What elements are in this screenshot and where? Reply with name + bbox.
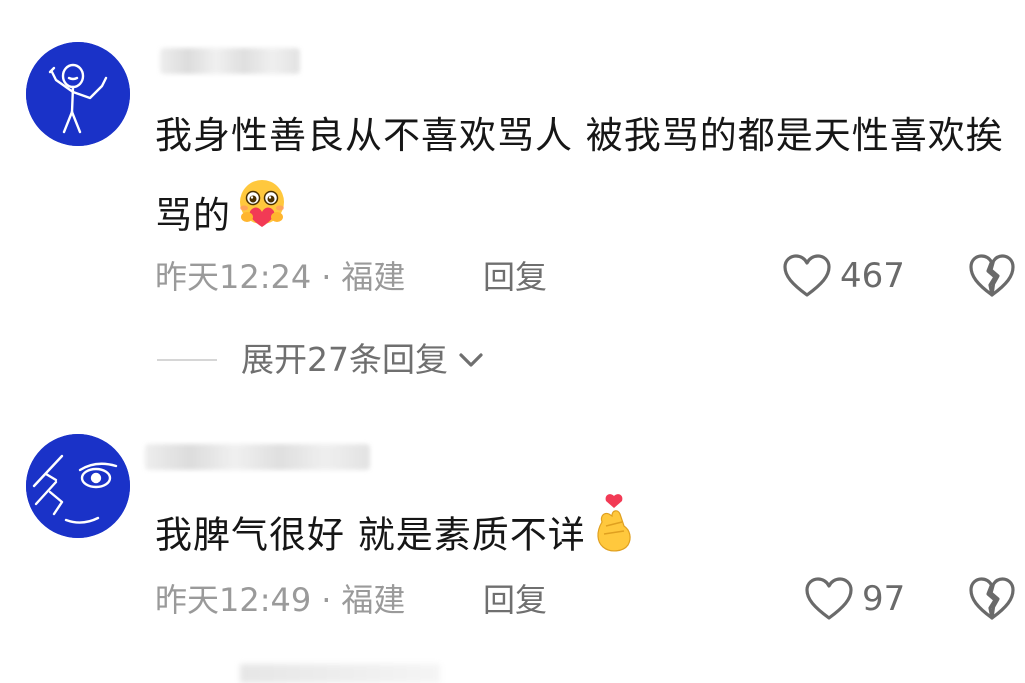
- comment-meta: 昨天12:49 · 福建: [155, 580, 405, 620]
- timestamp: 昨天12:24: [155, 258, 312, 296]
- broken-heart-icon: [969, 254, 1015, 297]
- avatar-face-sketch-icon: [26, 434, 130, 538]
- comment-meta: 昨天12:24 · 福建: [155, 257, 405, 297]
- heart-outline-icon: [805, 577, 853, 620]
- divider-line: [157, 359, 217, 361]
- heart-outline-icon: [783, 254, 831, 297]
- avatar[interactable]: [26, 434, 130, 538]
- hugging-face-emoji-icon: [233, 177, 291, 259]
- meta-separator: ·: [321, 581, 332, 619]
- timestamp: 昨天12:49: [155, 581, 312, 619]
- comment-section: 我身性善良从不喜欢骂人 被我骂的都是天性喜欢挨骂的 昨天12:24 · 福建 回复: [0, 0, 1025, 683]
- avatar[interactable]: [26, 42, 130, 146]
- like-button[interactable]: 467: [782, 253, 905, 299]
- dislike-button[interactable]: [968, 576, 1016, 626]
- reply-button[interactable]: 回复: [483, 257, 547, 297]
- comment-text: 我脾气很好 就是素质不详: [155, 492, 1005, 582]
- dislike-button[interactable]: [968, 253, 1016, 303]
- finger-heart-emoji-icon: [588, 492, 638, 582]
- like-count: 467: [840, 256, 905, 296]
- cut-off-content: [240, 664, 440, 683]
- location: 福建: [341, 581, 406, 619]
- expand-replies-label: 展开27条回复: [241, 340, 448, 379]
- username-redacted[interactable]: [145, 444, 370, 470]
- like-count: 97: [862, 579, 906, 619]
- comment-text: 我身性善良从不喜欢骂人 被我骂的都是天性喜欢挨骂的: [155, 96, 1005, 259]
- meta-separator: ·: [321, 258, 332, 296]
- comment-body: 我脾气很好 就是素质不详: [155, 513, 586, 557]
- like-button[interactable]: 97: [804, 576, 905, 622]
- expand-replies-button[interactable]: 展开27条回复: [157, 338, 486, 382]
- broken-heart-icon: [969, 577, 1015, 620]
- reply-button[interactable]: 回复: [483, 580, 547, 620]
- avatar-stick-figure-icon: [26, 42, 130, 146]
- location: 福建: [341, 258, 406, 296]
- chevron-down-icon: [459, 353, 483, 367]
- username-redacted[interactable]: [160, 48, 300, 74]
